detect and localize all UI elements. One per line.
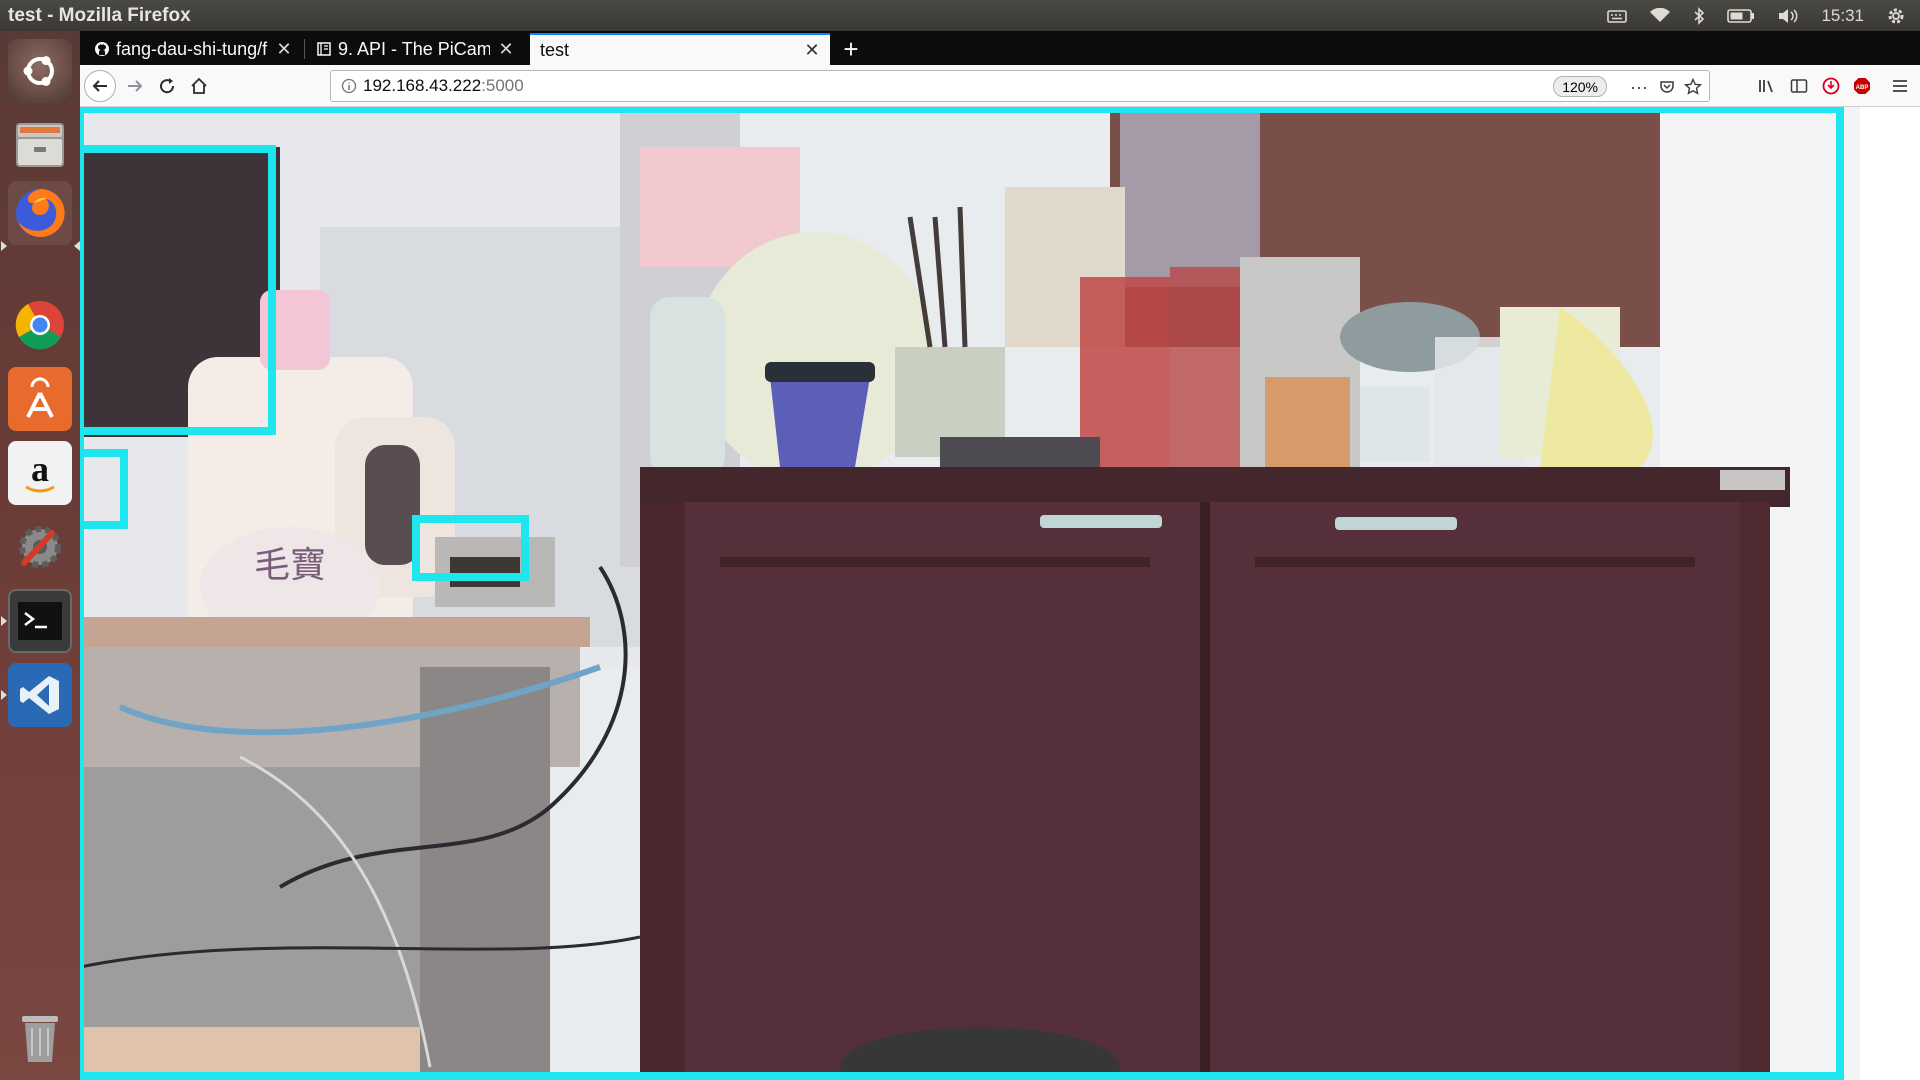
back-button[interactable] [84,70,116,102]
tab-label: test [540,39,570,60]
launcher-item-vscode[interactable] [8,663,72,727]
launcher: a [0,31,80,1080]
clock[interactable]: 15:31 [1821,6,1864,26]
docs-icon [317,42,331,56]
wifi-icon[interactable] [1649,7,1671,24]
extension-red-icon[interactable] [1817,73,1845,99]
url-host: 192.168.43.222 [363,76,482,95]
url-text[interactable]: 192.168.43.222:5000 [357,76,524,96]
firefox-icon [16,188,65,237]
page-content: 毛寶 [80,107,1920,1080]
battery-icon[interactable] [1727,8,1755,24]
library-icon[interactable] [1753,73,1781,99]
volume-icon[interactable] [1777,7,1799,25]
hamburger-menu-icon[interactable] [1886,73,1914,99]
home-button[interactable] [184,71,214,101]
terminal-icon [18,602,62,640]
indicator-area: 15:31 [1607,0,1920,31]
tab-label: 9. API - The PiCamer [338,38,490,59]
launcher-item-chrome[interactable] [8,293,72,357]
forward-button[interactable] [120,71,150,101]
trash-icon [22,1016,58,1062]
pocket-icon[interactable] [1655,75,1679,99]
adblock-plus-icon[interactable]: ABP [1848,73,1876,99]
camera-stream-image: 毛寶 [80,107,1860,1080]
close-icon[interactable]: ✕ [804,40,820,61]
tab-picamera-docs[interactable]: 9. API - The PiCamer ✕ [306,33,524,65]
arrow-left-icon [92,80,107,92]
reload-button[interactable] [152,71,182,101]
reload-icon [160,78,175,94]
launcher-item-ubuntu-dash[interactable] [8,39,72,103]
launcher-item-firefox[interactable] [8,181,72,245]
settings-gear-icon[interactable] [1886,6,1906,26]
top-panel: test - Mozilla Firefox 15:31 [0,0,1920,31]
detection-box [80,107,1844,1080]
github-icon [95,42,109,56]
ubuntu-logo-icon [23,56,54,86]
running-indicator [1,241,7,251]
svg-text:a: a [31,449,49,489]
chrome-icon [15,301,64,350]
tab-strip: fang-dau-shi-tung/fu ✕ 9. API - The PiCa… [80,31,1920,65]
tab-github[interactable]: fang-dau-shi-tung/fu ✕ [84,33,302,65]
window-title: test - Mozilla Firefox [8,4,191,26]
amazon-icon: a [25,449,55,493]
launcher-item-ubuntu-software[interactable] [8,367,72,431]
url-port: :5000 [481,76,524,95]
tab-test[interactable]: test ✕ [530,33,830,65]
tab-label: fang-dau-shi-tung/fu [116,38,268,59]
running-indicator [1,616,7,626]
settings-wrench-icon [19,526,61,568]
launcher-item-trash[interactable] [8,1006,72,1070]
zoom-level-badge[interactable]: 120% [1553,76,1607,97]
launcher-item-system-settings[interactable] [8,515,72,579]
launcher-item-terminal[interactable] [8,589,72,653]
close-icon[interactable]: ✕ [276,39,292,60]
bookmark-star-icon[interactable] [1681,75,1705,99]
sidebar-icon[interactable] [1785,73,1813,99]
vscode-icon [20,676,59,714]
url-bar[interactable]: 192.168.43.222:5000 120% ··· [330,70,1710,102]
files-cabinet-icon [16,123,64,167]
bluetooth-icon[interactable] [1693,6,1705,25]
launcher-item-amazon[interactable]: a [8,441,72,505]
new-tab-button[interactable]: + [835,33,867,65]
keyboard-icon[interactable] [1607,8,1628,24]
launcher-item-files[interactable] [8,113,72,177]
navigation-toolbar: 192.168.43.222:5000 120% ··· ABP [80,65,1920,107]
running-indicator [1,690,7,700]
page-actions-icon[interactable]: ··· [1627,75,1651,99]
tab-separator [304,39,305,59]
software-bag-icon [26,377,54,418]
svg-text:ABP: ABP [1856,85,1869,91]
info-icon[interactable] [341,78,357,94]
arrow-right-icon [128,80,143,92]
home-icon [191,77,207,94]
close-icon[interactable]: ✕ [498,39,514,60]
